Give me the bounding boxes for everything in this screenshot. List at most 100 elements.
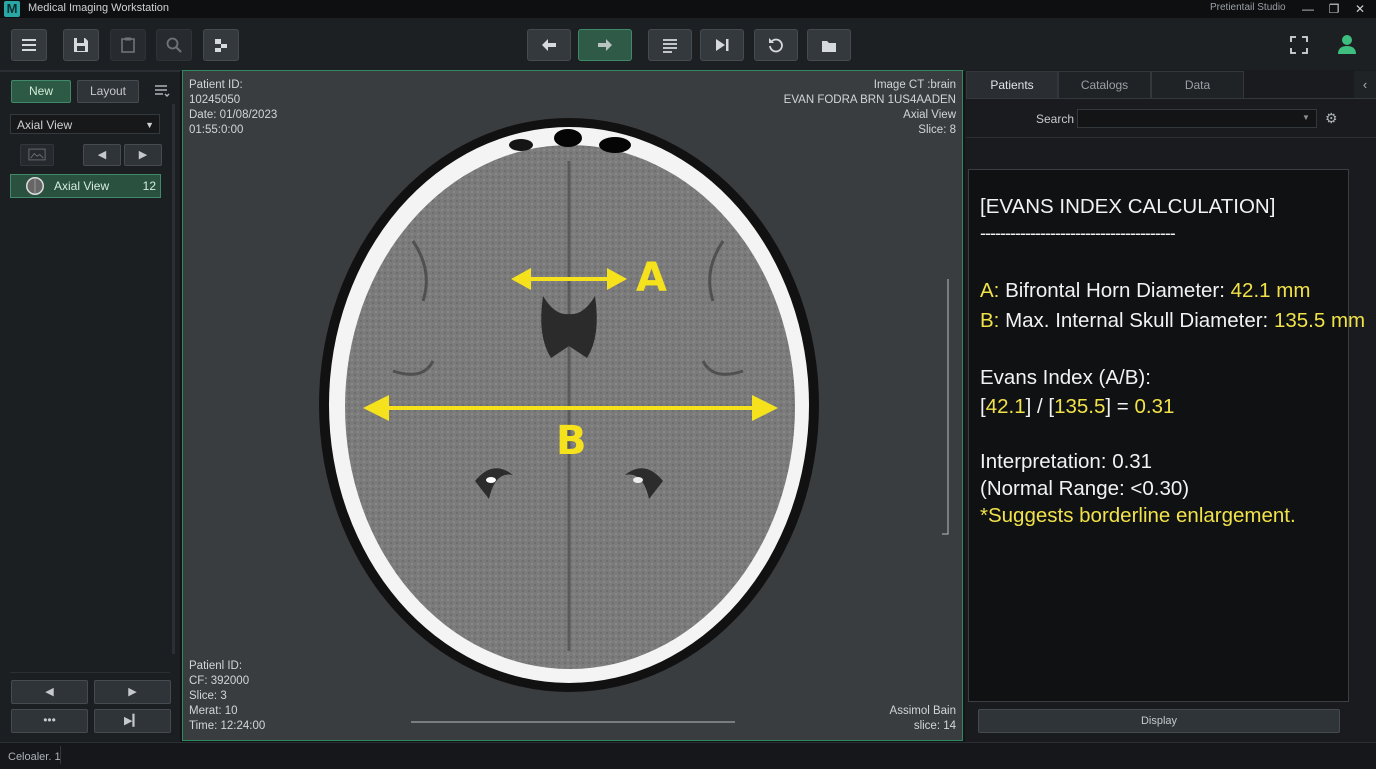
collapse-panel-button[interactable]: ‹ (1354, 71, 1376, 99)
view-select-value: Axial View (17, 118, 73, 132)
more-button[interactable]: ••• (11, 709, 88, 733)
overlay-top-left: Patient ID: 10245050 Date: 01/08/2023 01… (189, 78, 277, 138)
overlay-bottom-right: Assimol Bain slice: 14 (890, 704, 956, 734)
thumbnail-toggle-button[interactable] (20, 144, 54, 166)
page-next-button[interactable]: ▶ (94, 680, 171, 704)
status-divider (60, 746, 61, 764)
series-prev-button[interactable]: ◀ (83, 144, 121, 166)
study-time: 01:55:0:00 (189, 124, 244, 136)
ct-brain-image (319, 118, 949, 723)
close-button[interactable]: ✕ (1347, 0, 1373, 18)
chevron-left-icon: ‹ (1362, 77, 1368, 92)
minimize-button[interactable]: — (1295, 0, 1321, 18)
a-text: Bifrontal Horn Diameter: (999, 279, 1231, 302)
title-bar (0, 0, 1376, 18)
chevron-down-icon: ▼ (1302, 113, 1310, 122)
calc-divider: --------------------------------------- (980, 223, 1176, 243)
tab-catalogs[interactable]: Catalogs (1058, 71, 1151, 99)
search-button[interactable] (156, 29, 192, 61)
bottom-merat: Merat: 10 (189, 705, 238, 717)
formula-divide: ] / [ (1025, 395, 1055, 418)
interpretation: Interpretation: 0.31 (980, 450, 1153, 473)
status-bar (0, 742, 1376, 769)
status-text: Celoaler. 1 (8, 751, 61, 763)
fullscreen-button[interactable] (1289, 35, 1311, 55)
image-type: Image CT :brain (873, 79, 956, 91)
series-item-label: Axial View (54, 179, 110, 193)
bottom-right-slice: slice: 14 (913, 720, 956, 732)
save-button[interactable] (63, 29, 99, 61)
search-divider (966, 137, 1376, 138)
suggestion: *Suggests borderline enlargement. (980, 504, 1296, 527)
bottom-cf: CF: 392000 (189, 675, 250, 687)
folder-icon (822, 41, 836, 52)
menu-icon (22, 39, 36, 51)
tools-button[interactable] (203, 29, 239, 61)
view-name: Axial View (903, 109, 956, 121)
undo-icon (769, 38, 783, 53)
user-button[interactable] (1336, 33, 1358, 55)
undo-button[interactable] (754, 29, 798, 61)
image-viewport[interactable]: A B Patient ID: 10245050 Date: 01/08/202… (182, 70, 963, 741)
tabs-divider (966, 98, 1376, 99)
layout-button[interactable]: Layout (77, 80, 139, 103)
left-scrollbar[interactable] (172, 104, 175, 654)
patient-name: EVAN FODRA BRN 1US4AADEN (783, 94, 956, 106)
panel-options-button[interactable] (154, 84, 170, 98)
skip-end-icon (716, 39, 729, 51)
previous-button[interactable] (527, 29, 571, 61)
gear-icon[interactable]: ⚙ (1325, 110, 1338, 127)
clipboard-icon (121, 37, 135, 53)
evans-formula: [42.1] / [135.5] = 0.31 (980, 395, 1174, 419)
b-text: Max. Internal Skull Diameter: (999, 309, 1274, 332)
evans-index-panel (968, 169, 1349, 702)
slice-number: Slice: 8 (918, 124, 956, 136)
app-logo: M (4, 1, 20, 17)
ellipsis-icon: ••• (43, 713, 56, 727)
next-button[interactable] (578, 29, 632, 61)
chevron-down-icon: ▼ (145, 120, 154, 130)
tools-icon (215, 39, 227, 52)
series-next-button[interactable]: ▶ (124, 144, 162, 166)
save-icon (74, 38, 88, 52)
series-item-axial-view[interactable]: Axial View 12 (10, 174, 161, 198)
bottom-time: Time: 12:24:00 (189, 720, 266, 732)
display-button[interactable]: Display (978, 709, 1340, 733)
list-icon (663, 39, 677, 53)
formula-a: 42.1 (985, 395, 1026, 418)
menu-button[interactable] (11, 29, 47, 61)
tab-data[interactable]: Data (1151, 71, 1244, 99)
b-key: B: (980, 309, 1000, 332)
overlay-bottom-left: Patienl ID: CF: 392000 Slice: 3 Merat: 1… (189, 659, 265, 734)
calc-line-b: B: Max. Internal Skull Diameter: 135.5 m… (980, 309, 1365, 333)
bottom-right-series: Assimol Bain (889, 705, 956, 717)
maximize-button[interactable]: ❐ (1321, 0, 1347, 18)
view-select[interactable]: Axial View ▼ (10, 114, 160, 134)
patient-id-label: Patient ID: (189, 79, 243, 91)
clipboard-button[interactable] (110, 29, 146, 61)
triangle-left-icon: ◀ (45, 686, 54, 698)
image-icon (28, 148, 46, 161)
b-value: 135.5 mm (1273, 309, 1366, 332)
search-input[interactable] (1077, 109, 1317, 128)
left-panel-divider (0, 71, 180, 72)
page-last-button[interactable]: ▶▎ (94, 709, 171, 733)
panel-options-icon (155, 85, 170, 97)
page-prev-button[interactable]: ◀ (11, 680, 88, 704)
a-key: A: (980, 279, 1000, 302)
bottom-patient-id: Patienl ID: (189, 660, 243, 672)
evans-label: Evans Index (A/B): (980, 366, 1151, 389)
a-value: 42.1 mm (1230, 279, 1311, 302)
overlay-top-right: Image CT :brain EVAN FODRA BRN 1US4AADEN… (784, 78, 956, 138)
new-button[interactable]: New (11, 80, 71, 103)
tab-patients[interactable]: Patients (966, 71, 1058, 99)
skip-end-icon: ▶▎ (124, 715, 141, 727)
folder-button[interactable] (807, 29, 851, 61)
list-button[interactable] (648, 29, 692, 61)
fullscreen-icon (1290, 36, 1308, 54)
brain-thumbnail-icon (26, 177, 44, 195)
skip-end-button[interactable] (700, 29, 744, 61)
formula-result: 0.31 (1134, 395, 1175, 418)
search-icon (166, 37, 182, 53)
label-a: A (636, 255, 667, 301)
